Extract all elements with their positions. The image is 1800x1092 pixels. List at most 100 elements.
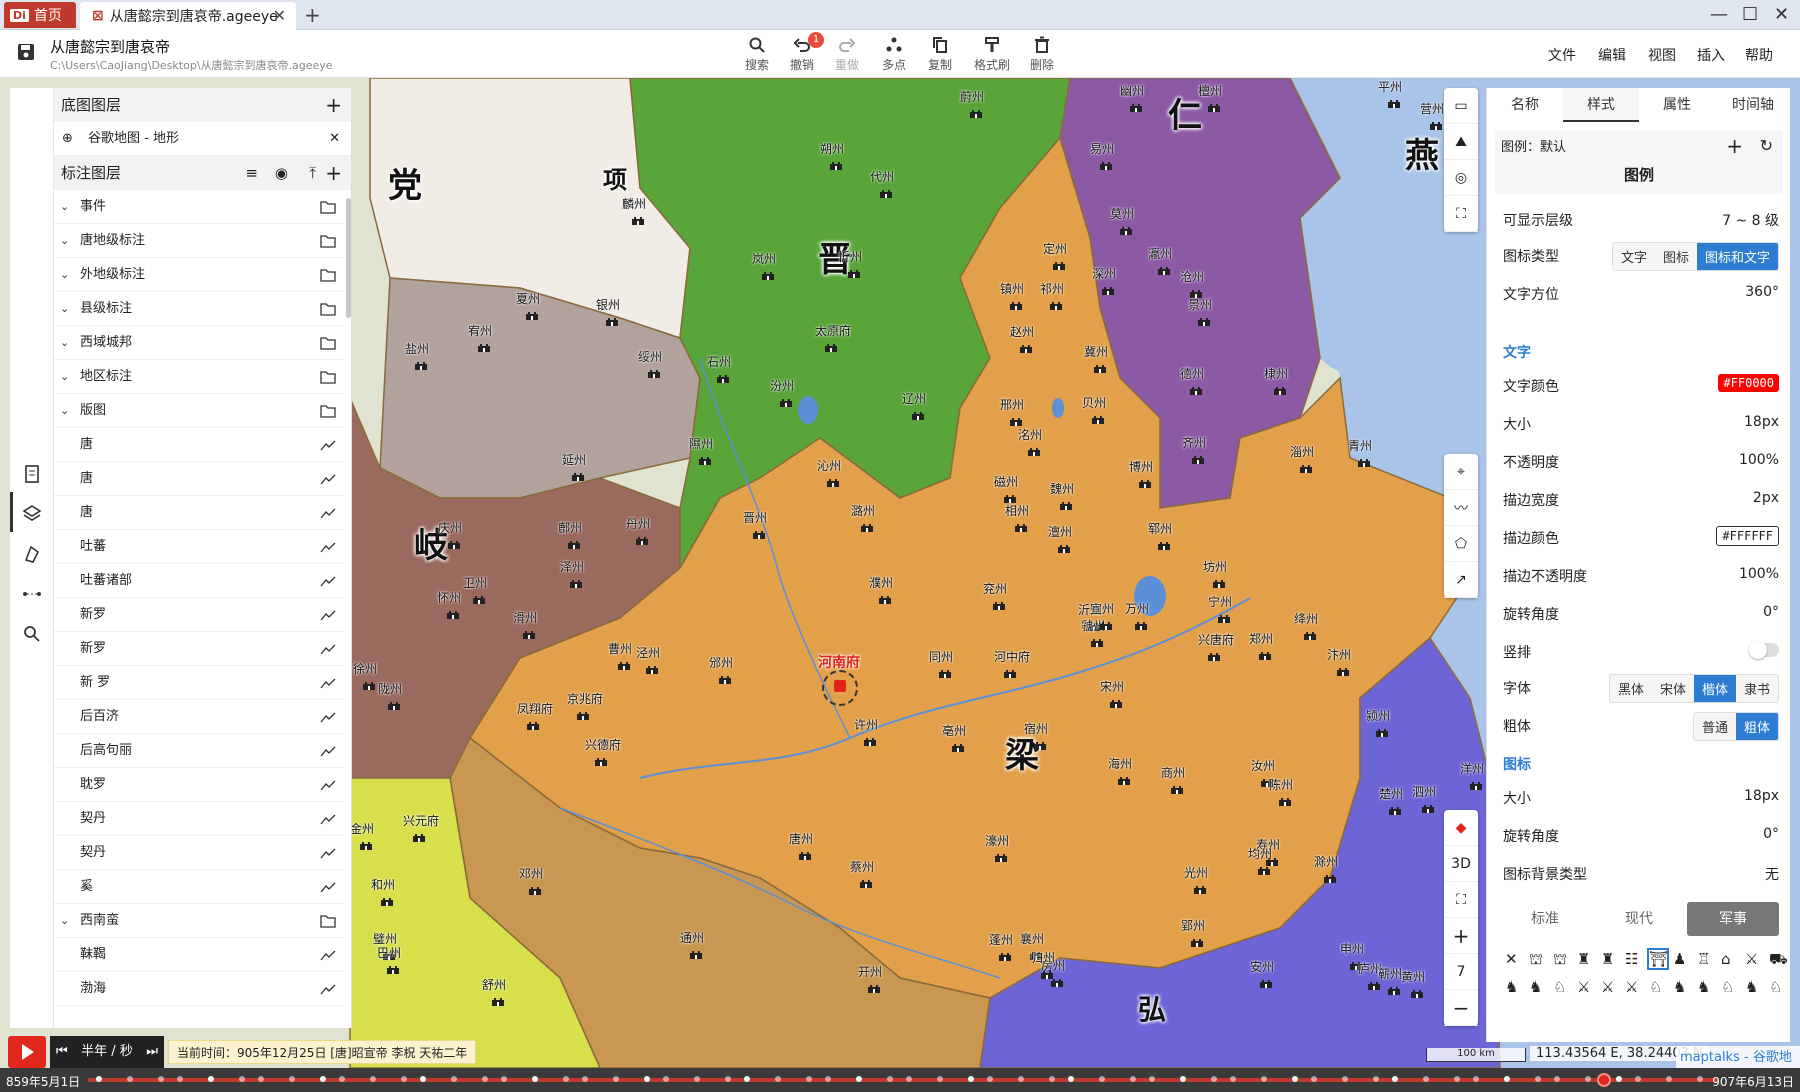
timeline[interactable]: 859年5月1日 907年6月13日	[0, 1068, 1800, 1092]
icon-type-icon[interactable]: 图标	[1654, 243, 1697, 270]
place-label[interactable]: 邠州	[709, 654, 733, 671]
timeline-event-dot[interactable]	[663, 1076, 669, 1082]
line-style-icon[interactable]	[320, 608, 336, 622]
place-label[interactable]: 齐州	[1182, 434, 1206, 451]
place-label[interactable]: 亳州	[942, 722, 966, 739]
folder-icon[interactable]	[320, 200, 336, 214]
place-label[interactable]: 隰州	[689, 435, 713, 452]
place-label[interactable]: 滁州	[1314, 853, 1338, 870]
place-label[interactable]: 鄜州	[558, 519, 582, 536]
place-label[interactable]: 夏州	[516, 290, 540, 307]
font-heiti[interactable]: 黑体	[1609, 675, 1652, 702]
timeline-event-dot[interactable]	[1554, 1076, 1560, 1082]
compass-button[interactable]: ◆	[1444, 810, 1478, 846]
timeline-event-dot[interactable]	[1392, 1076, 1398, 1082]
timeline-event-dot[interactable]	[906, 1076, 912, 1082]
layer-item[interactable]: 契丹	[54, 802, 344, 836]
tab-attributes[interactable]: 属性	[1639, 88, 1715, 122]
place-label[interactable]: 太原府	[815, 322, 851, 339]
line-style-icon[interactable]	[320, 778, 336, 792]
folder-icon[interactable]	[320, 234, 336, 248]
place-label[interactable]: 营州	[1420, 100, 1444, 117]
place-label[interactable]: 开州	[858, 963, 882, 980]
format-painter-button[interactable]: 格式刷	[970, 36, 1014, 73]
military-symbol-icon[interactable]: ⚔	[1625, 978, 1643, 996]
place-label[interactable]: 兴德府	[585, 736, 621, 753]
rewind-icon[interactable]: ⏮	[56, 1036, 68, 1068]
import-icon[interactable]: ⤒	[309, 156, 316, 190]
chevron-down-icon[interactable]: ⌄	[60, 224, 69, 258]
timeline-event-dot[interactable]	[725, 1076, 731, 1082]
place-label[interactable]: 泽州	[560, 558, 584, 575]
stroke-color-swatch[interactable]: #FFFFFF	[1716, 526, 1779, 546]
category-standard[interactable]: 标准	[1499, 902, 1591, 936]
folder-icon[interactable]	[320, 302, 336, 316]
timeline-event-dot[interactable]	[1635, 1076, 1641, 1082]
style-icon[interactable]	[22, 544, 42, 564]
place-label[interactable]: 徐州	[353, 660, 377, 677]
place-label[interactable]: 滑州	[513, 609, 537, 626]
place-label[interactable]: 郑州	[1249, 630, 1273, 647]
place-label[interactable]: 德州	[1180, 365, 1204, 382]
place-label[interactable]: 庆州	[438, 519, 462, 536]
font-kaiti[interactable]: 楷体	[1693, 675, 1736, 702]
place-label[interactable]: 宁州	[1208, 593, 1232, 610]
layer-group[interactable]: ⌄ 县级标注	[54, 292, 344, 326]
text-orient-value[interactable]: 360°	[1745, 284, 1779, 300]
menu-view[interactable]: 视图	[1648, 45, 1676, 65]
line-style-icon[interactable]	[320, 948, 336, 962]
place-label[interactable]: 唐州	[789, 830, 813, 847]
place-label[interactable]: 巴州	[377, 944, 401, 961]
timeline-event-dot[interactable]	[339, 1076, 345, 1082]
document-icon[interactable]	[22, 464, 42, 484]
add-basemap-icon[interactable]: +	[325, 88, 342, 122]
menu-insert[interactable]: 插入	[1697, 45, 1725, 65]
place-label[interactable]: 汴州	[1327, 646, 1351, 663]
timeline-event-dot[interactable]	[127, 1076, 133, 1082]
folder-icon[interactable]	[320, 336, 336, 350]
timeline-event-dot[interactable]	[1292, 1076, 1298, 1082]
timeline-event-dot[interactable]	[806, 1076, 812, 1082]
timeline-event-dot[interactable]	[1149, 1076, 1155, 1082]
timeline-event-dot[interactable]	[1666, 1076, 1672, 1082]
place-label[interactable]: 凤翔府	[517, 700, 553, 717]
line-style-icon[interactable]	[320, 982, 336, 996]
military-symbol-icon[interactable]: ⛫	[1529, 950, 1547, 968]
line-style-icon[interactable]	[320, 540, 336, 554]
menu-help[interactable]: 帮助	[1745, 45, 1773, 65]
place-label[interactable]: 同州	[929, 648, 953, 665]
place-label[interactable]: 归州	[1031, 949, 1055, 966]
chevron-down-icon[interactable]: ⌄	[60, 394, 69, 428]
rotation-value[interactable]: 0°	[1763, 604, 1779, 620]
place-label[interactable]: 贝州	[1082, 394, 1106, 411]
font-songti[interactable]: 宋体	[1651, 675, 1694, 702]
military-symbol-icon[interactable]: ♞	[1505, 978, 1523, 996]
layer-item[interactable]: 契丹	[54, 836, 344, 870]
timeline-event-dot[interactable]	[532, 1076, 538, 1082]
timeline-handle[interactable]	[1596, 1073, 1611, 1087]
line-style-icon[interactable]	[320, 710, 336, 724]
place-label[interactable]: 棣州	[1264, 365, 1288, 382]
capture-button[interactable]: ⛶	[1444, 196, 1478, 232]
place-label[interactable]: 邓州	[519, 865, 543, 882]
place-label[interactable]: 淄州	[1290, 443, 1314, 460]
chevron-down-icon[interactable]: ⌄	[60, 292, 69, 326]
tab-document[interactable]: ⊠ 从唐懿宗到唐哀帝.ageeye ✕	[80, 2, 296, 30]
place-label[interactable]: 沁州	[817, 457, 841, 474]
save-icon[interactable]	[16, 42, 36, 62]
place-label[interactable]: 兖州	[983, 580, 1007, 597]
icon-size-value[interactable]: 18px	[1744, 788, 1779, 804]
place-label[interactable]: 曹州	[608, 640, 632, 657]
place-label[interactable]: 祁州	[1040, 280, 1064, 297]
place-label[interactable]: 绛州	[1294, 610, 1318, 627]
place-label[interactable]: 潞州	[851, 502, 875, 519]
timeline-event-dot[interactable]	[1068, 1076, 1074, 1082]
military-symbol-icon[interactable]: ✕	[1505, 950, 1523, 968]
place-label[interactable]: 汾州	[770, 377, 794, 394]
military-symbol-icon[interactable]: ⛩	[1647, 948, 1669, 970]
place-label[interactable]: 均州	[1248, 845, 1272, 862]
timeline-event-dot[interactable]	[451, 1076, 457, 1082]
line-style-icon[interactable]	[320, 880, 336, 894]
opacity-value[interactable]: 100%	[1739, 452, 1779, 468]
draw-arrow-button[interactable]: ↗	[1444, 562, 1478, 598]
